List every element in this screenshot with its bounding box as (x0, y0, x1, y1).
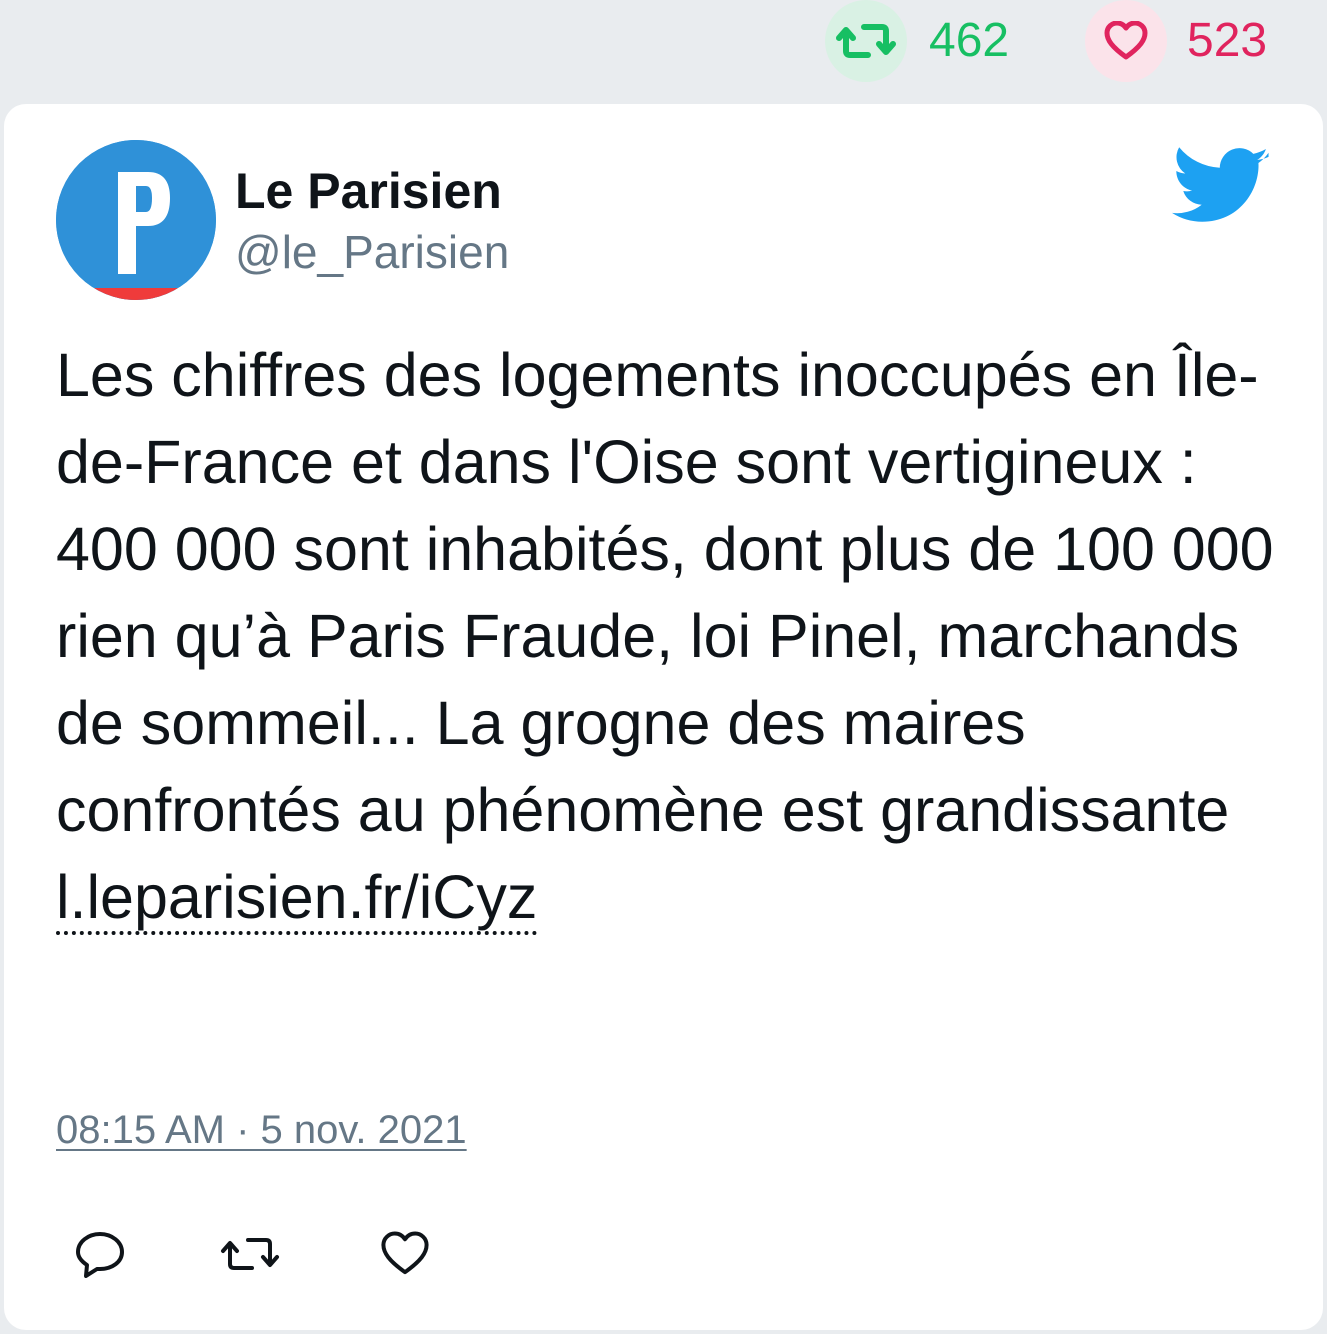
retweet-button[interactable] (220, 1224, 280, 1284)
like-button[interactable] (375, 1224, 435, 1284)
like-count: 523 (1187, 14, 1268, 67)
reply-button[interactable] (70, 1224, 130, 1284)
le-parisien-logo-icon (56, 140, 216, 300)
retweet-count: 462 (929, 14, 1010, 67)
tweet-text: Les chiffres des logements inoccupés en … (56, 332, 1296, 941)
author-name[interactable]: Le Parisien (235, 166, 502, 216)
like-stat-button[interactable] (1085, 0, 1167, 82)
tweet-timestamp[interactable]: 08:15 AM · 5 nov. 2021 (56, 1108, 467, 1153)
like-stat: 523 (1085, 0, 1267, 82)
retweet-stat: 462 (825, 0, 1009, 82)
reply-icon (76, 1232, 124, 1278)
heart-icon (381, 1231, 429, 1275)
tweet-card: Le Parisien @le_Parisien Les chiffres de… (4, 104, 1323, 1330)
tweet-body: Les chiffres des logements inoccupés en … (56, 341, 1274, 844)
retweet-stat-button[interactable] (825, 0, 907, 82)
retweet-icon (221, 1238, 279, 1270)
avatar[interactable] (56, 140, 216, 300)
twitter-bird-icon[interactable] (1172, 146, 1270, 230)
retweet-icon (836, 24, 896, 58)
author-handle[interactable]: @le_Parisien (235, 229, 509, 275)
heart-icon (1104, 21, 1148, 60)
engagement-stats: 462 523 (0, 0, 1327, 100)
tweet-link[interactable]: l.leparisien.fr/iCyz (56, 863, 538, 935)
